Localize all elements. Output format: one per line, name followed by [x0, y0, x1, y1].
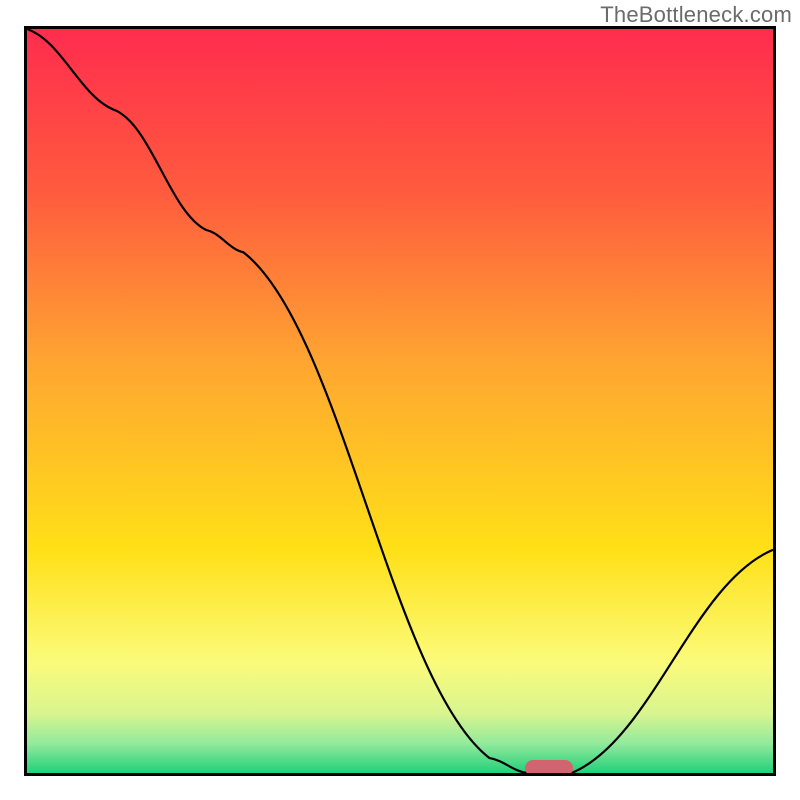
chart-frame [24, 26, 776, 776]
bottleneck-curve [27, 29, 773, 773]
watermark-text: TheBottleneck.com [600, 2, 792, 28]
optimal-point-marker [525, 760, 573, 776]
